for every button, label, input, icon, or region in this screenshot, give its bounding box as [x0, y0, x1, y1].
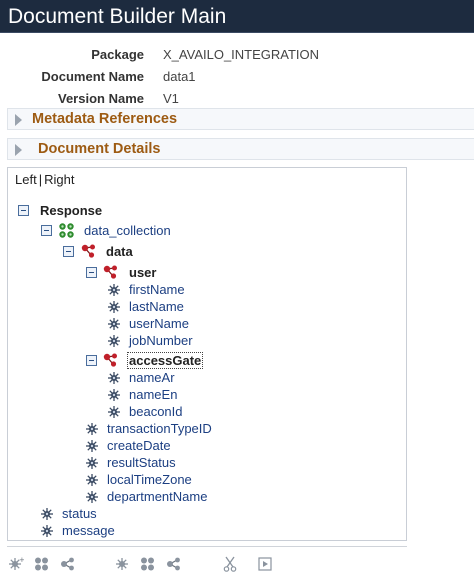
element-icon — [86, 491, 98, 503]
document-details-title: Document Details — [38, 141, 161, 157]
compound-icon — [103, 265, 117, 279]
tree-label: message — [62, 523, 115, 538]
tree-label-selected: accessGate — [127, 352, 204, 369]
tree-label: nameAr — [129, 370, 175, 385]
add-collection-icon[interactable] — [34, 556, 50, 572]
element-icon — [108, 335, 120, 347]
add-compound-icon[interactable] — [60, 556, 76, 572]
package-row: Package X_AVAILO_INTEGRATION — [0, 47, 474, 67]
document-details-section[interactable]: Document Details — [7, 138, 474, 160]
collapse-icon[interactable] — [86, 355, 97, 366]
page-title: Document Builder Main — [0, 0, 474, 33]
tree-label: firstName — [129, 282, 185, 297]
element-icon — [86, 474, 98, 486]
paste-icon[interactable] — [257, 556, 273, 572]
tree-label: data_collection — [84, 223, 171, 238]
compound-icon — [81, 244, 95, 258]
element-icon — [108, 389, 120, 401]
collection-icon — [59, 223, 74, 238]
version-name-label: Version Name — [58, 91, 144, 106]
collapse-icon[interactable] — [63, 246, 74, 257]
tree-label: nameEn — [129, 387, 178, 402]
tree-label: jobNumber — [129, 333, 193, 348]
svg-text:+: + — [19, 556, 24, 564]
element-icon — [41, 525, 53, 537]
element-icon — [108, 372, 120, 384]
insert-compound-icon[interactable] — [166, 556, 182, 572]
tree-label: localTimeZone — [107, 472, 192, 487]
collapse-icon[interactable] — [86, 267, 97, 278]
collapse-icon[interactable] — [18, 205, 29, 216]
element-icon — [41, 508, 53, 520]
element-icon — [86, 457, 98, 469]
collapse-icon[interactable] — [41, 225, 52, 236]
tree-label: user — [129, 265, 157, 280]
element-icon — [86, 423, 98, 435]
tree-label: departmentName — [107, 489, 208, 504]
expand-triangle-icon — [15, 144, 22, 156]
package-value: X_AVAILO_INTEGRATION — [163, 47, 320, 62]
version-name-value: V1 — [163, 91, 179, 106]
document-tree-panel: Left | Right Response data_collection data — [7, 167, 407, 541]
cut-icon[interactable] — [222, 556, 238, 572]
document-name-label: Document Name — [41, 69, 144, 84]
separator: | — [38, 172, 43, 187]
tree-label: createDate — [107, 438, 171, 453]
insert-collection-icon[interactable] — [140, 556, 156, 572]
element-icon — [108, 318, 120, 330]
tree-label: beaconId — [129, 404, 183, 419]
expand-triangle-icon — [15, 114, 22, 126]
tree-label: Response — [40, 203, 103, 218]
left-link[interactable]: Left — [15, 172, 37, 187]
element-icon — [108, 301, 120, 313]
element-icon — [108, 284, 120, 296]
insert-element-icon[interactable] — [114, 556, 130, 572]
metadata-references-section[interactable]: Metadata References — [7, 108, 474, 130]
metadata-references-title: Metadata References — [32, 111, 178, 127]
add-element-icon[interactable]: + — [8, 556, 25, 572]
element-icon — [86, 440, 98, 452]
document-name-row: Document Name data1 — [0, 69, 474, 89]
tree-label: transactionTypeID — [107, 421, 212, 436]
tree-label: data — [106, 244, 133, 259]
tree-label: lastName — [129, 299, 184, 314]
tree-label: userName — [129, 316, 189, 331]
left-right-toggle: Left | Right — [15, 172, 74, 187]
document-name-value: data1 — [163, 69, 196, 84]
toolbar-divider — [7, 546, 407, 547]
right-link[interactable]: Right — [44, 172, 74, 187]
package-label: Package — [91, 47, 144, 62]
element-icon — [108, 406, 120, 418]
tree-label: resultStatus — [107, 455, 176, 470]
tree-label: status — [62, 506, 97, 521]
compound-icon — [103, 353, 117, 367]
